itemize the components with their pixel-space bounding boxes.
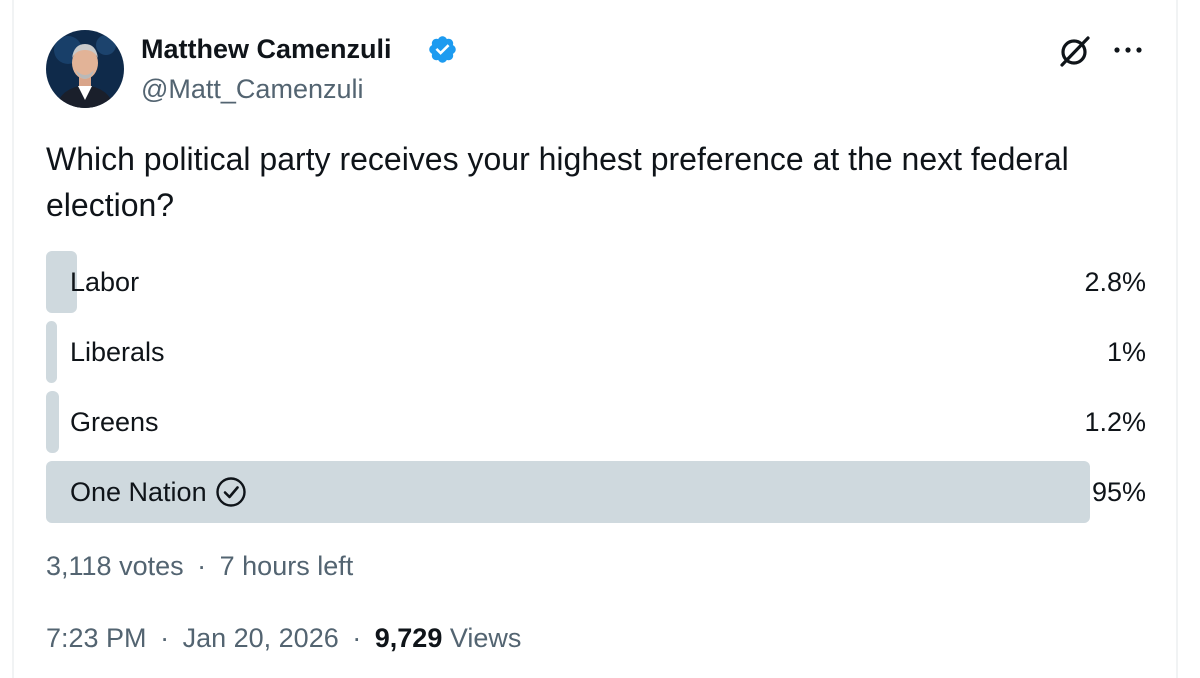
more-options-icon[interactable]: [1112, 40, 1144, 60]
check-circle-icon: [215, 477, 246, 507]
poll-option-one-nation[interactable]: One Nation 95%: [46, 461, 1146, 523]
poll-option-label: One Nation: [70, 477, 207, 507]
author-display-name[interactable]: Matthew Camenzuli: [141, 30, 392, 68]
separator-dot: ·: [197, 551, 207, 581]
tweet-date[interactable]: Jan 20, 2026: [183, 623, 339, 653]
tweet-time[interactable]: 7:23 PM: [46, 623, 147, 653]
profile-photo: [46, 30, 124, 108]
views-label[interactable]: Views: [450, 623, 522, 653]
poll-option-percent: 1.2%: [1084, 407, 1146, 437]
poll-option-bar: [46, 321, 57, 383]
poll-option-percent: 95%: [1091, 477, 1146, 507]
time-left: 7 hours left: [219, 551, 354, 581]
poll-option-label: Greens: [70, 407, 159, 437]
card-border-right: [1176, 0, 1178, 678]
poll-option-bar: [46, 391, 59, 453]
separator-dot: ·: [352, 623, 362, 653]
poll-option-label: Labor: [70, 267, 140, 297]
poll-option-percent: 1%: [1106, 337, 1146, 367]
tweet-text: Which political party receives your high…: [46, 141, 1069, 223]
poll-option-labor[interactable]: Labor 2.8%: [46, 251, 1146, 313]
author-handle[interactable]: @Matt_Camenzuli: [141, 71, 364, 107]
poll-option-percent: 2.8%: [1084, 267, 1146, 297]
verified-badge-icon: [429, 36, 456, 63]
poll-meta: 3,118 votes · 7 hours left: [46, 546, 353, 586]
poll-option-label-wrap: One Nation: [70, 461, 247, 523]
tweet-meta: 7:23 PM · Jan 20, 2026 · 9,729 Views: [46, 618, 521, 658]
poll-option-liberals[interactable]: Liberals 1%: [46, 321, 1146, 383]
card-border-left: [12, 0, 14, 678]
vote-count: 3,118 votes: [46, 551, 184, 581]
poll-option-label: Liberals: [70, 337, 165, 367]
grok-icon[interactable]: [1058, 34, 1092, 68]
separator-dot: ·: [160, 623, 170, 653]
poll-option-greens[interactable]: Greens 1.2%: [46, 391, 1146, 453]
views-count[interactable]: 9,729: [375, 623, 443, 653]
poll: Labor 2.8% Liberals 1% Greens 1.2% One N…: [46, 251, 1146, 531]
avatar[interactable]: [46, 30, 124, 108]
